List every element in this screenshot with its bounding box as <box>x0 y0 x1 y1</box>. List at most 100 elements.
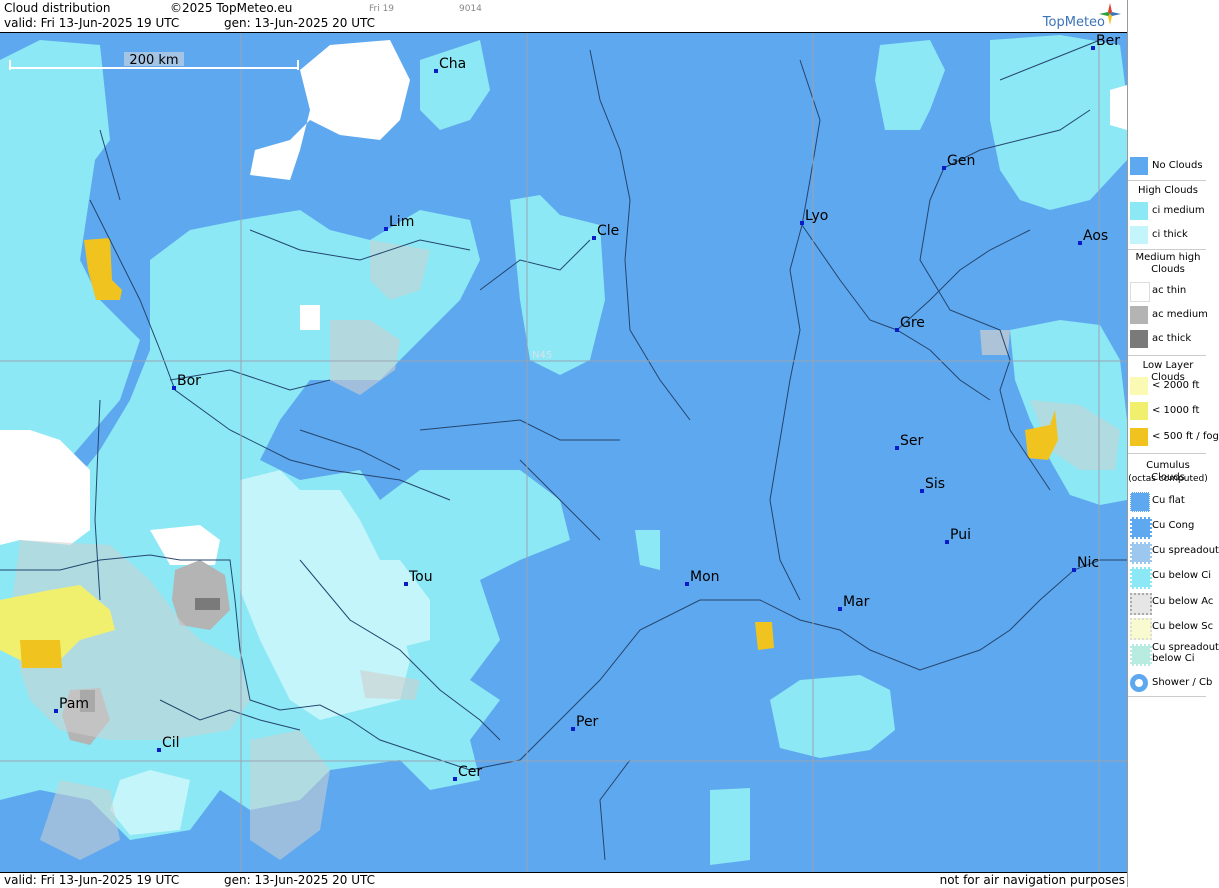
low-1000-swatch <box>1130 402 1148 420</box>
city-label: Cha <box>439 56 466 72</box>
city-per: Per <box>571 714 599 731</box>
legend-ci-medium: ci medium <box>1128 200 1208 222</box>
city-label: Lim <box>389 214 414 230</box>
cu-cong-swatch <box>1130 517 1152 539</box>
city-marker <box>920 489 924 493</box>
legend-panel: No Clouds High Clouds ci medium ci thick… <box>1127 0 1219 887</box>
map-footer: valid: Fri 13-Jun-2025 19 UTC gen: 13-Ju… <box>0 872 1127 888</box>
legend-cu-spread: Cu spreadout <box>1128 540 1219 564</box>
cu-spread-below-ci-swatch <box>1130 644 1152 666</box>
city-marker <box>384 227 388 231</box>
city-mon: Mon <box>685 569 720 586</box>
legend-no-clouds: No Clouds <box>1128 155 1208 177</box>
city-lyo: Lyo <box>800 208 828 225</box>
medium-clouds-heading: Medium high Clouds <box>1135 252 1201 275</box>
legend-ac-medium: ac medium <box>1128 304 1208 326</box>
city-marker <box>157 748 161 752</box>
map-title: Cloud distribution <box>4 1 111 15</box>
cu-below-ci-label: Cu below Ci <box>1152 570 1212 581</box>
city-marker <box>1091 46 1095 50</box>
city-marker <box>685 582 689 586</box>
cu-below-ci-swatch <box>1130 567 1152 589</box>
no-clouds-label: No Clouds <box>1152 160 1203 171</box>
city-lim: Lim <box>384 214 414 231</box>
city-label: Pui <box>950 527 971 543</box>
city-marker <box>404 582 408 586</box>
city-bor: Bor <box>172 373 201 390</box>
city-label: Mar <box>843 594 870 610</box>
ac-thick-swatch <box>1130 330 1148 348</box>
city-marker <box>172 386 176 390</box>
city-marker <box>838 607 842 611</box>
city-marker <box>592 236 596 240</box>
city-aos: Aos <box>1078 228 1108 245</box>
city-tou: Tou <box>404 569 433 586</box>
city-label: Mon <box>690 569 720 585</box>
city-marker <box>800 221 804 225</box>
city-label: Tou <box>408 569 433 585</box>
cu-cong-label: Cu Cong <box>1152 520 1195 531</box>
city-marker <box>453 777 457 781</box>
latitude-label: N45 <box>532 350 552 361</box>
city-marker <box>942 166 946 170</box>
legend-ci-thick: ci thick <box>1128 224 1208 246</box>
city-gen: Gen <box>942 153 975 170</box>
city-label: Cil <box>162 735 180 751</box>
low-500-swatch <box>1130 428 1148 446</box>
cu-below-sc-swatch <box>1130 618 1152 640</box>
city-marker <box>1078 241 1082 245</box>
cu-spread-swatch <box>1130 542 1152 564</box>
city-label: Per <box>576 714 599 730</box>
cu-below-sc-label: Cu below Sc <box>1152 621 1214 632</box>
city-label: Lyo <box>805 208 828 224</box>
low-2000-label: < 2000 ft <box>1152 380 1200 391</box>
cu-spread-label: Cu spreadout <box>1152 545 1219 556</box>
no-clouds-swatch <box>1130 157 1148 175</box>
ac-medium-swatch <box>1130 306 1148 324</box>
legend-cu-below-ac: Cu below Ac <box>1128 591 1213 615</box>
legend-cu-cong: Cu Cong <box>1128 515 1208 539</box>
legend-cu-below-ci: Cu below Ci <box>1128 565 1212 589</box>
low-500-label: < 500 ft / fog <box>1152 431 1219 442</box>
legend-low-1000: < 1000 ft <box>1128 400 1208 422</box>
high-clouds-heading: High Clouds <box>1138 185 1198 196</box>
cu-flat-swatch <box>1130 492 1150 512</box>
city-label: Sis <box>925 476 945 492</box>
cloud-map[interactable]: N45 200 km Cha Ber Gen Lim Cle Lyo Aos Gre Bor Se… <box>0 33 1127 872</box>
city-marker <box>434 69 438 73</box>
ac-thin-label: ac thin <box>1152 285 1187 296</box>
disclaimer: not for air navigation purposes <box>939 873 1125 887</box>
ci-thick-swatch <box>1130 226 1148 244</box>
city-marker <box>571 727 575 731</box>
map-code: 9014 <box>459 4 482 14</box>
city-label: Cer <box>458 764 482 780</box>
ci-thick-label: ci thick <box>1152 229 1188 240</box>
city-label: Aos <box>1083 228 1108 244</box>
legend-ac-thick: ac thick <box>1128 328 1208 350</box>
ac-medium-label: ac medium <box>1152 309 1208 320</box>
legend-cu-spread-below-ci: Cu spreadout below Ci <box>1128 642 1219 668</box>
city-cha: Cha <box>434 56 466 73</box>
cu-below-ac-swatch <box>1130 593 1152 615</box>
scale-label: 200 km <box>129 53 178 68</box>
day-mark: Fri 19 <box>369 4 395 14</box>
footer-valid-time: valid: Fri 13-Jun-2025 19 UTC <box>4 873 180 887</box>
city-marker <box>895 446 899 450</box>
low-1000-label: < 1000 ft <box>1152 405 1200 416</box>
copyright: ©2025 TopMeteo.eu <box>170 1 293 15</box>
legend-low-500: < 500 ft / fog <box>1128 426 1219 448</box>
cu-spread-below-ci-label-2: below Ci <box>1152 653 1195 664</box>
footer-generated-time: gen: 13-Jun-2025 20 UTC <box>224 873 376 887</box>
city-nic: Nic <box>1072 555 1099 572</box>
city-gre: Gre <box>895 315 925 332</box>
shower-swatch <box>1130 674 1148 692</box>
city-label: Bor <box>177 373 201 389</box>
city-marker <box>945 540 949 544</box>
logo-text: TopMeteo <box>1042 15 1105 30</box>
ac-thin-swatch <box>1130 282 1150 302</box>
valid-time: valid: Fri 13-Jun-2025 19 UTC <box>4 16 180 30</box>
city-cle: Cle <box>592 223 619 240</box>
city-label: Gen <box>947 153 975 169</box>
city-marker <box>895 328 899 332</box>
legend-low-2000: < 2000 ft <box>1128 375 1208 397</box>
